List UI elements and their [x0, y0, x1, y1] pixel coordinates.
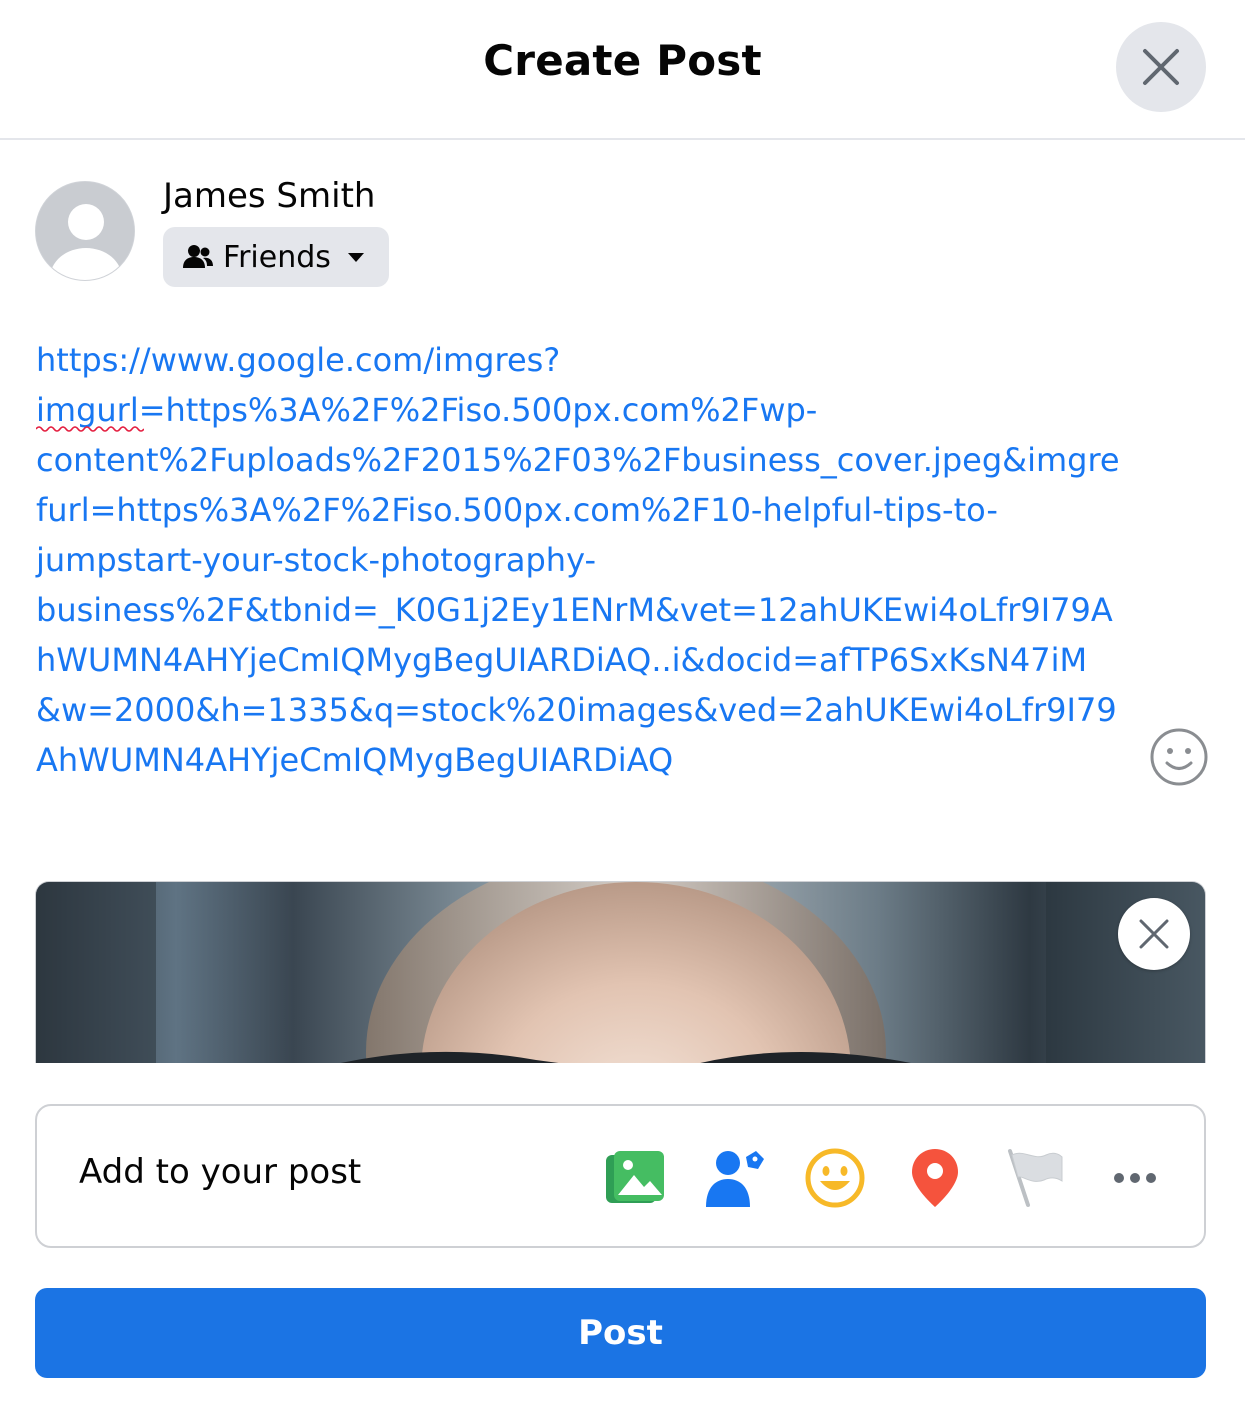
feeling-icon	[805, 1148, 865, 1208]
post-text-line: hWUMN4AHYjeCmIQMygBegUIARDiAQ..i&docid=a…	[36, 641, 1088, 679]
add-to-post-panel: Add to your post	[35, 1104, 1206, 1248]
avatar	[35, 181, 135, 281]
post-text-line: imgurl=https%3A%2F%2Fiso.500px.com%2Fwp-	[36, 385, 1156, 435]
preview-photo	[36, 882, 1205, 1063]
post-text-line: https://www.google.com/imgres?	[36, 341, 561, 379]
remove-preview-button[interactable]	[1118, 898, 1190, 970]
close-icon	[1143, 49, 1179, 85]
more-icon	[1114, 1173, 1156, 1183]
user-name: James Smith	[163, 176, 376, 216]
post-text-line: &w=2000&h=1335&q=stock%20images&ved=2ahU…	[36, 691, 1117, 729]
life-event-button[interactable]	[1003, 1146, 1067, 1210]
photo-video-icon	[606, 1151, 664, 1203]
close-dialog-button[interactable]	[1116, 22, 1206, 112]
audience-label: Friends	[223, 239, 331, 275]
add-to-post-label: Add to your post	[79, 1152, 362, 1192]
link-preview-image	[35, 881, 1206, 1063]
close-icon	[1139, 919, 1169, 949]
post-text-line: AhWUMN4AHYjeCmIQMygBegUIARDiAQ	[36, 741, 674, 779]
feeling-activity-button[interactable]	[803, 1146, 867, 1210]
post-text-area[interactable]: https://www.google.com/imgres? imgurl=htt…	[36, 335, 1156, 785]
more-options-button[interactable]	[1103, 1146, 1167, 1210]
post-text-line: jumpstart-your-stock-photography-	[36, 541, 596, 579]
dialog-title: Create Post	[483, 36, 762, 85]
friends-icon	[183, 245, 213, 268]
post-text-line: content%2Fuploads%2F2015%2F03%2Fbusiness…	[36, 441, 1120, 479]
emoji-picker-button[interactable]	[1148, 726, 1210, 788]
default-avatar-icon	[36, 182, 134, 280]
photo-video-button[interactable]	[603, 1146, 667, 1210]
post-text-line: business%2F&tbnid=_K0G1j2Ey1ENrM&vet=12a…	[36, 591, 1113, 629]
tag-people-button[interactable]	[703, 1146, 767, 1210]
check-in-icon	[912, 1149, 958, 1207]
smiley-icon	[1150, 728, 1208, 786]
tag-people-icon	[706, 1151, 764, 1207]
check-in-button[interactable]	[903, 1146, 967, 1210]
spellcheck-underline	[36, 426, 144, 432]
post-text-line: furl=https%3A%2F%2Fiso.500px.com%2F10-he…	[36, 491, 998, 529]
audience-selector-button[interactable]: Friends	[163, 227, 389, 287]
dialog-header: Create Post	[0, 0, 1245, 140]
flag-icon	[1008, 1149, 1063, 1207]
post-button[interactable]: Post	[35, 1288, 1206, 1378]
caret-down-icon	[347, 253, 364, 262]
